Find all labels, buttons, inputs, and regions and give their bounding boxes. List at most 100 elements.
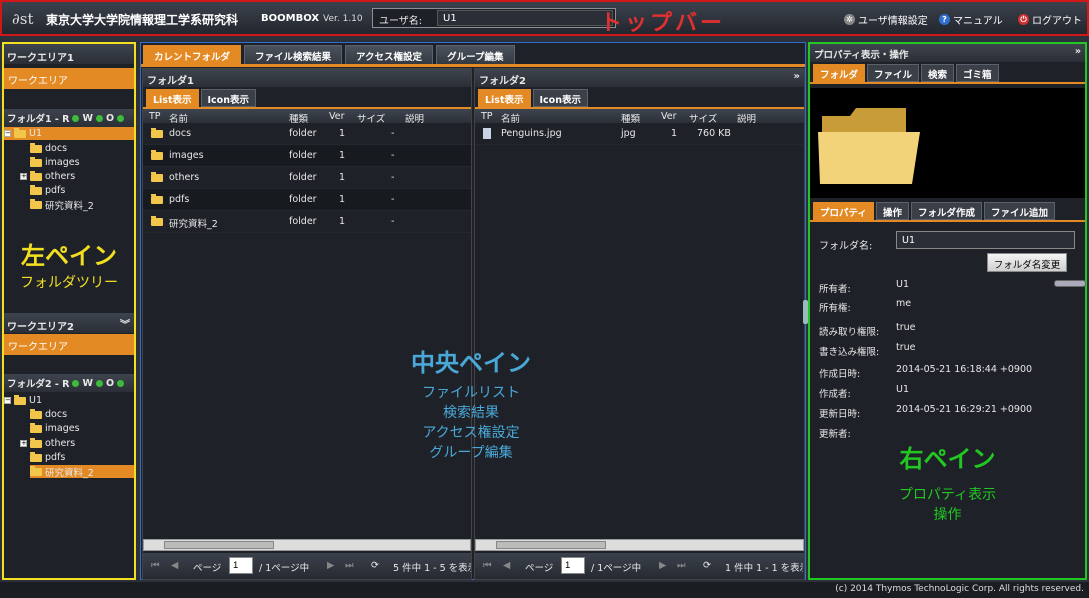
folder-preview bbox=[810, 88, 1085, 198]
scroll-thumb[interactable] bbox=[496, 541, 606, 549]
right-tabs: フォルダ ファイル 検索 ゴミ箱 bbox=[810, 62, 1085, 84]
col-type[interactable]: TP bbox=[149, 111, 161, 122]
table-row[interactable]: images folder 1- bbox=[143, 145, 471, 167]
tree-node-docs[interactable]: docs bbox=[30, 142, 67, 155]
tab-trash[interactable]: ゴミ箱 bbox=[956, 64, 999, 82]
write-permission-label: 書き込み権限: bbox=[819, 347, 880, 358]
user-settings-link[interactable]: ✲ ユーザ情報設定 bbox=[844, 12, 928, 27]
logout-link[interactable]: ⏻ ログアウト bbox=[1018, 12, 1082, 27]
user-label: ユーザ名: bbox=[379, 16, 423, 27]
page-number-input[interactable] bbox=[561, 557, 585, 574]
folder-icon bbox=[151, 172, 163, 182]
expand-chevron-icon[interactable]: » bbox=[794, 71, 800, 82]
first-page-icon[interactable]: ⏮ bbox=[483, 560, 492, 571]
next-page-icon[interactable]: ▶ bbox=[327, 560, 334, 571]
table-row[interactable]: others folder 1- bbox=[143, 167, 471, 189]
tree-node-u1[interactable]: − U1 bbox=[4, 127, 134, 140]
next-page-icon[interactable]: ▶ bbox=[659, 560, 666, 571]
col-type[interactable]: TP bbox=[481, 111, 493, 122]
tree-node-images[interactable]: images bbox=[30, 156, 80, 169]
folder-icon bbox=[30, 170, 42, 181]
col-ver[interactable]: Ver bbox=[661, 111, 677, 122]
rename-folder-button[interactable]: フォルダ名変更 bbox=[987, 253, 1067, 272]
check-icon bbox=[117, 379, 125, 387]
folder-icon bbox=[30, 465, 42, 476]
tree-node-research[interactable]: 研究資料_2 bbox=[30, 465, 134, 479]
tree-node-others[interactable]: + others bbox=[20, 170, 75, 183]
tree-node-u1[interactable]: − U1 bbox=[4, 394, 42, 407]
workarea1-header[interactable]: ワークエリア1 bbox=[4, 44, 134, 64]
collapse-chevron-icon[interactable]: ︾ bbox=[120, 316, 130, 331]
col-ver[interactable]: Ver bbox=[329, 111, 345, 122]
tab-current-folder[interactable]: カレントフォルダ bbox=[143, 45, 242, 64]
workarea2-bar[interactable]: ワークエリア bbox=[4, 334, 134, 355]
tree-node-pdfs[interactable]: pdfs bbox=[30, 451, 65, 464]
refresh-icon[interactable]: ⟳ bbox=[703, 560, 711, 571]
file-list-pane-1: フォルダ1 List表示 Icon表示 TP 名前 種類 Ver サイズ 説明 … bbox=[142, 68, 472, 580]
updated-at-label: 更新日時: bbox=[819, 409, 861, 420]
last-page-icon[interactable]: ⏭ bbox=[345, 560, 354, 571]
tree-node-images[interactable]: images bbox=[30, 422, 80, 435]
tree-node-others[interactable]: + others bbox=[20, 437, 75, 450]
view-tabs: List表示 Icon表示 bbox=[475, 87, 804, 107]
first-page-icon[interactable]: ⏮ bbox=[151, 560, 160, 571]
created-at-label: 作成日時: bbox=[819, 369, 861, 380]
expand-icon[interactable]: + bbox=[20, 173, 27, 180]
user-name-field[interactable] bbox=[437, 10, 613, 26]
check-icon bbox=[95, 114, 103, 122]
updated-at-value: 2014-05-21 16:29:21 +0900 bbox=[896, 404, 1033, 415]
table-header: TP 名前 種類 Ver サイズ 説明 bbox=[475, 107, 804, 125]
table-row[interactable]: pdfs folder 1- bbox=[143, 189, 471, 211]
right-annotation: 右ペイン プロパティ表示 操作 bbox=[898, 445, 997, 523]
collapse-icon[interactable]: − bbox=[4, 397, 11, 404]
tab-icon-view[interactable]: Icon表示 bbox=[532, 89, 588, 107]
workarea1-bar[interactable]: ワークエリア bbox=[4, 68, 134, 89]
gear-icon: ✲ bbox=[844, 14, 855, 25]
last-page-icon[interactable]: ⏭ bbox=[677, 560, 686, 571]
collapse-icon[interactable]: − bbox=[4, 130, 11, 137]
tree-node-pdfs[interactable]: pdfs bbox=[30, 184, 65, 197]
tab-add-file[interactable]: ファイル追加 bbox=[983, 202, 1055, 220]
left-annotation-sub: フォルダツリー bbox=[20, 275, 118, 291]
file-list-pane-2: フォルダ2» List表示 Icon表示 TP 名前 種類 Ver サイズ 説明… bbox=[474, 68, 805, 580]
folder-icon bbox=[14, 394, 26, 405]
splitter-handle[interactable] bbox=[803, 300, 808, 324]
horizontal-scrollbar[interactable] bbox=[143, 539, 471, 551]
folder2-header: フォルダ2 - R W O bbox=[4, 374, 134, 392]
tab-search[interactable]: 検索 bbox=[921, 64, 955, 82]
tab-list-view[interactable]: List表示 bbox=[478, 89, 531, 107]
tab-icon-view[interactable]: Icon表示 bbox=[200, 89, 256, 107]
tab-group-edit[interactable]: グループ編集 bbox=[436, 45, 515, 64]
tab-list-view[interactable]: List表示 bbox=[146, 89, 199, 107]
created-at-value: 2014-05-21 16:18:44 +0900 bbox=[896, 364, 1033, 375]
tab-properties[interactable]: プロパティ bbox=[813, 202, 874, 220]
table-row[interactable]: 研究資料_2 folder 1- bbox=[143, 211, 471, 233]
property-tabs: プロパティ 操作 フォルダ作成 ファイル追加 bbox=[810, 200, 1085, 222]
tree-node-docs[interactable]: docs bbox=[30, 408, 67, 421]
table-row[interactable]: docs folder 1- bbox=[143, 123, 471, 145]
prev-page-icon[interactable]: ◀ bbox=[171, 560, 178, 571]
tab-folder[interactable]: フォルダ bbox=[813, 64, 866, 82]
tab-file-search[interactable]: ファイル検索結果 bbox=[244, 45, 343, 64]
prev-page-icon[interactable]: ◀ bbox=[503, 560, 510, 571]
refresh-icon[interactable]: ⟳ bbox=[371, 560, 379, 571]
manual-link[interactable]: ? マニュアル bbox=[939, 12, 1003, 27]
workarea2-header[interactable]: ワークエリア2 ︾ bbox=[4, 313, 134, 333]
owner-value: U1 bbox=[896, 279, 909, 290]
tab-file[interactable]: ファイル bbox=[867, 64, 920, 82]
slider-handle[interactable] bbox=[1054, 280, 1086, 287]
folder-name-field[interactable] bbox=[896, 231, 1075, 249]
tab-access-rights[interactable]: アクセス権設定 bbox=[345, 45, 434, 64]
scroll-thumb[interactable] bbox=[164, 541, 274, 549]
tab-create-folder[interactable]: フォルダ作成 bbox=[910, 202, 982, 220]
page-number-input[interactable] bbox=[229, 557, 253, 574]
power-icon: ⏻ bbox=[1018, 14, 1029, 25]
tree-node-research[interactable]: 研究資料_2 bbox=[30, 198, 94, 212]
tab-operations[interactable]: 操作 bbox=[875, 202, 909, 220]
expand-chevron-icon[interactable]: » bbox=[1075, 46, 1081, 57]
ownership-value: me bbox=[896, 298, 912, 309]
horizontal-scrollbar[interactable] bbox=[475, 539, 804, 551]
table-row[interactable]: Penguins.jpg jpg 1 760 KB bbox=[475, 123, 804, 145]
expand-icon[interactable]: + bbox=[20, 440, 27, 447]
app-name: BOOMBOX bbox=[261, 13, 320, 24]
